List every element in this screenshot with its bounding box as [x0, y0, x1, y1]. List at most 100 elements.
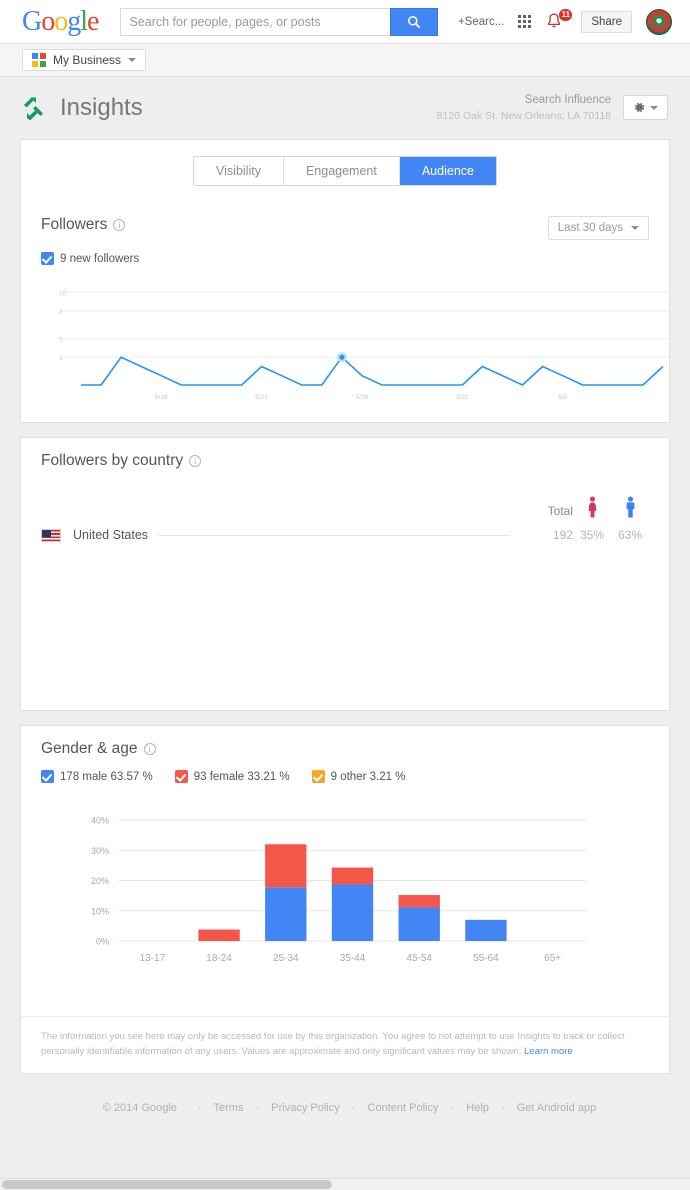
footer-sep: ·	[450, 1102, 455, 1115]
date-range-label: Last 30 days	[557, 222, 623, 234]
footer-link-help[interactable]: Help	[466, 1102, 489, 1114]
svg-text:65+: 65+	[544, 953, 561, 964]
footer-link-privacy[interactable]: Privacy Policy	[271, 1102, 339, 1114]
logo-letter: g	[67, 5, 81, 37]
notifications-button[interactable]: 11	[545, 8, 573, 32]
gear-icon	[634, 103, 645, 113]
country-title-text: Followers by country	[41, 452, 184, 469]
svg-text:0%: 0%	[96, 937, 109, 947]
settings-button[interactable]	[623, 95, 668, 121]
svg-text:5/16: 5/16	[155, 394, 168, 401]
gender-age-bar-chart: 0% 10% 20% 30% 40% 13-17 18-24 25-34 35-44 45-54 5…	[21, 783, 669, 1000]
followers-line-chart-svg: 10 8 5 3 5/16 5/21 5/26 5/31 6/5	[59, 290, 669, 401]
chevron-down-icon	[631, 226, 639, 230]
gender-age-legend: 178 male 63.57 % 93 female 33.21 % 9 oth…	[41, 770, 649, 783]
date-range-select[interactable]: Last 30 days	[547, 216, 649, 240]
svg-text:5/31: 5/31	[456, 394, 469, 401]
page-footer: © 2014 Google · Terms · Privacy Policy ·…	[0, 1088, 690, 1124]
svg-text:5/21: 5/21	[255, 394, 268, 401]
footer-link-content-policy[interactable]: Content Policy	[368, 1102, 439, 1114]
gender-age-head: Gender & age i 178 male 63.57 % 93 femal…	[21, 726, 669, 783]
chevron-down-icon	[128, 58, 137, 62]
google-logo[interactable]: Google	[22, 5, 99, 37]
google-top-bar: Google Search for people, pages, or post…	[0, 0, 690, 44]
my-business-switcher[interactable]: My Business	[22, 49, 147, 71]
svg-text:30%: 30%	[91, 846, 109, 856]
country-title: Followers by country i	[41, 452, 649, 470]
svg-text:45-54: 45-54	[406, 953, 432, 964]
country-section-head: Followers by country i	[21, 438, 669, 470]
country-female-pct: 35%	[579, 528, 605, 542]
svg-text:5/26: 5/26	[356, 394, 369, 401]
plus-search-link[interactable]: +Searc...	[458, 16, 504, 28]
tab-engagement[interactable]: Engagement	[283, 157, 400, 185]
svg-text:20%: 20%	[91, 876, 109, 886]
logo-letter: o	[41, 5, 55, 37]
legend-checkbox-male[interactable]	[41, 770, 54, 783]
gender-age-title-text: Gender & age	[41, 740, 138, 757]
followers-card: Visibility Engagement Audience Followers…	[20, 139, 670, 423]
tab-audience[interactable]: Audience	[399, 157, 496, 185]
table-row[interactable]: United States 192 35% 63%	[21, 522, 669, 542]
search-form: Search for people, pages, or posts	[120, 7, 439, 36]
share-button[interactable]: Share	[581, 10, 632, 33]
logo-letter: o	[54, 5, 68, 37]
followers-title: Followers i	[41, 216, 126, 234]
country-male-pct: 63%	[617, 528, 643, 542]
legend-item-other[interactable]: 9 other 3.21 %	[311, 770, 405, 783]
legend-item-new-followers[interactable]: 9 new followers	[41, 252, 139, 265]
info-icon[interactable]: i	[113, 219, 126, 231]
legend-item-male[interactable]: 178 male 63.57 %	[41, 770, 153, 783]
legend-checkbox-female[interactable]	[174, 770, 188, 783]
country-total: 192	[552, 528, 573, 542]
learn-more-link[interactable]: Learn more	[524, 1046, 573, 1057]
search-input[interactable]: Search for people, pages, or posts	[120, 7, 391, 36]
header-right: Search Influence 8120 Oak St. New Orlean…	[437, 92, 668, 124]
page-title: Insights	[60, 94, 143, 121]
svg-text:13-17: 13-17	[140, 953, 166, 964]
apps-grid-icon[interactable]	[518, 15, 532, 28]
svg-text:40%: 40%	[91, 816, 109, 826]
avatar[interactable]	[646, 8, 672, 35]
svg-text:18-24: 18-24	[206, 953, 232, 964]
svg-text:3: 3	[59, 355, 63, 362]
followers-by-country-card: Followers by country i Total United Stat…	[20, 437, 670, 711]
svg-text:5: 5	[59, 337, 63, 344]
insights-page: Google Search for people, pages, or post…	[0, 0, 690, 1190]
followers-legend: 9 new followers	[41, 252, 649, 265]
logo-letter: l	[80, 5, 88, 37]
top-bar-right: +Searc... 11 Share	[458, 8, 678, 35]
legend-label: 9 new followers	[60, 252, 140, 265]
copyright: © 2014 Google	[102, 1102, 177, 1115]
account-info: Search Influence 8120 Oak St. New Orlean…	[437, 92, 611, 124]
footer-link-terms[interactable]: Terms	[214, 1102, 244, 1114]
followers-line-chart: 10 8 5 3 5/16 5/21 5/26 5/31 6/5	[21, 265, 669, 422]
country-table: Total United States 192 35% 63%	[21, 470, 669, 710]
horizontal-scrollbar[interactable]	[0, 1178, 690, 1190]
footer-link-android-app[interactable]: Get Android app	[517, 1102, 597, 1114]
legend-checkbox[interactable]	[41, 252, 54, 265]
chevron-down-icon	[650, 105, 658, 110]
magnifier-icon	[408, 15, 421, 28]
legend-label-female: 93 female 33.21 %	[193, 770, 290, 783]
followers-title-text: Followers	[41, 216, 108, 233]
account-address: 8120 Oak St. New Orleans, LA 70118	[436, 109, 611, 122]
tab-visibility[interactable]: Visibility	[194, 157, 284, 185]
legend-checkbox-other[interactable]	[311, 770, 325, 783]
legend-item-female[interactable]: 93 female 33.21 %	[174, 770, 290, 783]
country-table-header: Total	[21, 470, 669, 522]
svg-text:6/5: 6/5	[558, 394, 567, 401]
search-button[interactable]	[390, 7, 439, 36]
my-business-bar: My Business	[0, 44, 690, 77]
info-icon[interactable]: i	[143, 743, 156, 755]
gender-age-card: Gender & age i 178 male 63.57 % 93 femal…	[20, 725, 670, 1075]
info-icon[interactable]: i	[189, 455, 202, 467]
tabs: Visibility Engagement Audience	[193, 156, 497, 186]
footer-sep: ·	[500, 1102, 505, 1115]
column-female	[573, 496, 611, 518]
svg-text:25-34: 25-34	[273, 953, 299, 964]
logo-letter: G	[22, 5, 42, 37]
column-total: Total	[547, 504, 573, 518]
tabs-row: Visibility Engagement Audience	[21, 140, 669, 202]
svg-text:35-44: 35-44	[340, 953, 366, 964]
